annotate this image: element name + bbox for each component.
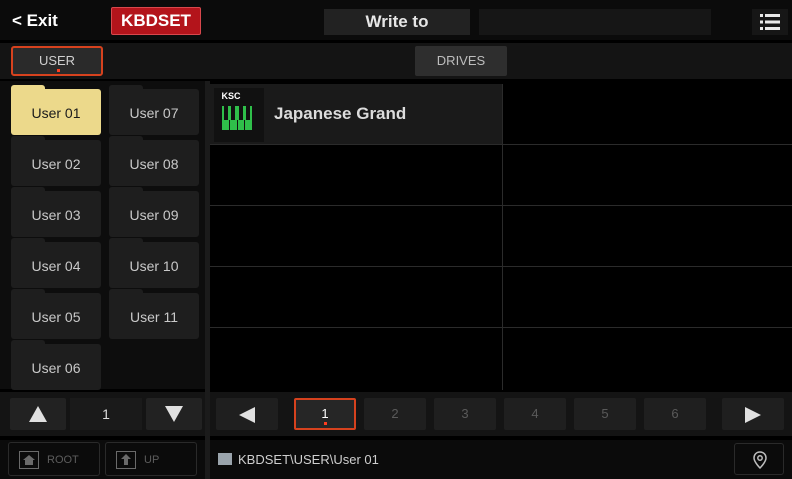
folder-user-05[interactable]: User 05 [11,289,101,339]
empty-slot[interactable] [210,206,502,267]
page-2-button[interactable]: 2 [364,398,426,430]
folder-user-09[interactable]: User 09 [109,187,199,237]
tab-user-label: USER [38,53,76,68]
current-path: KBDSET\USER\User 01 [238,452,379,467]
top-bar: < Exit KBDSET Write to [0,0,792,40]
folder-user-01[interactable]: User 01 [11,85,101,135]
page-3-button[interactable]: 3 [434,398,496,430]
location-button[interactable] [734,443,784,475]
tab-user[interactable]: USER [11,46,103,76]
root-label: ROOT [47,454,79,466]
page-6-button[interactable]: 6 [644,398,706,430]
empty-slot[interactable] [210,328,502,390]
folder-page-number: 1 [70,398,142,430]
home-folder-icon [19,451,39,469]
triangle-down-icon [165,406,183,422]
empty-slot[interactable] [502,84,792,145]
folder-user-07[interactable]: User 07 [109,85,199,135]
empty-slot[interactable] [210,145,502,206]
page-1-label: 1 [321,406,329,421]
mode-badge: KBDSET [111,7,201,35]
selected-indicator [324,422,327,425]
bottom-bar: ROOT UP KBDSET\USER\User 01 [0,440,792,479]
file-type-label: KSC [221,91,241,101]
page-5-button[interactable]: 5 [574,398,636,430]
empty-slot[interactable] [502,206,792,267]
up-label: UP [144,454,160,466]
tab-drives[interactable]: DRIVES [415,46,507,76]
scroll-up-button[interactable] [10,398,66,430]
triangle-right-icon [745,407,761,423]
hamburger-list-icon [760,14,780,30]
menu-button[interactable] [752,9,788,35]
file-name: Japanese Grand [274,104,407,123]
file-grid: KSC Japanese Grand [210,84,792,390]
folder-up-icon [116,451,136,469]
exit-button[interactable]: < Exit [4,7,100,35]
selected-indicator [57,69,60,72]
prev-page-button[interactable] [216,398,278,430]
file-item[interactable]: KSC Japanese Grand [210,84,502,145]
scroll-down-button[interactable] [146,398,202,430]
triangle-left-icon [239,407,255,423]
ksc-file-icon: KSC [214,88,264,142]
folder-user-08[interactable]: User 08 [109,136,199,186]
next-page-button[interactable] [722,398,784,430]
triangle-up-icon [29,406,47,422]
folder-user-11[interactable]: User 11 [109,289,199,339]
page-4-button[interactable]: 4 [504,398,566,430]
panel-divider [205,81,210,479]
empty-slot[interactable] [502,328,792,390]
file-pager: 1 2 3 4 5 6 [210,392,792,436]
empty-slot[interactable] [502,145,792,206]
up-button[interactable]: UP [105,442,197,476]
empty-slot[interactable] [502,267,792,328]
folder-icon [218,453,232,465]
folder-user-04[interactable]: User 04 [11,238,101,288]
write-target-field[interactable] [479,9,711,35]
folder-user-03[interactable]: User 03 [11,187,101,237]
write-to-button[interactable]: Write to [324,9,470,35]
source-tabs-bar: USER DRIVES [0,43,792,79]
piano-keys-icon [222,106,252,130]
location-pin-icon [753,451,767,469]
folder-user-06[interactable]: User 06 [11,340,101,390]
empty-slot[interactable] [210,267,502,328]
folder-user-02[interactable]: User 02 [11,136,101,186]
folder-list: User 01 User 02 User 03 User 04 User 05 … [0,81,205,390]
page-1-button[interactable]: 1 [294,398,356,430]
folder-user-10[interactable]: User 10 [109,238,199,288]
folder-pager: 1 [0,392,205,436]
root-button[interactable]: ROOT [8,442,100,476]
